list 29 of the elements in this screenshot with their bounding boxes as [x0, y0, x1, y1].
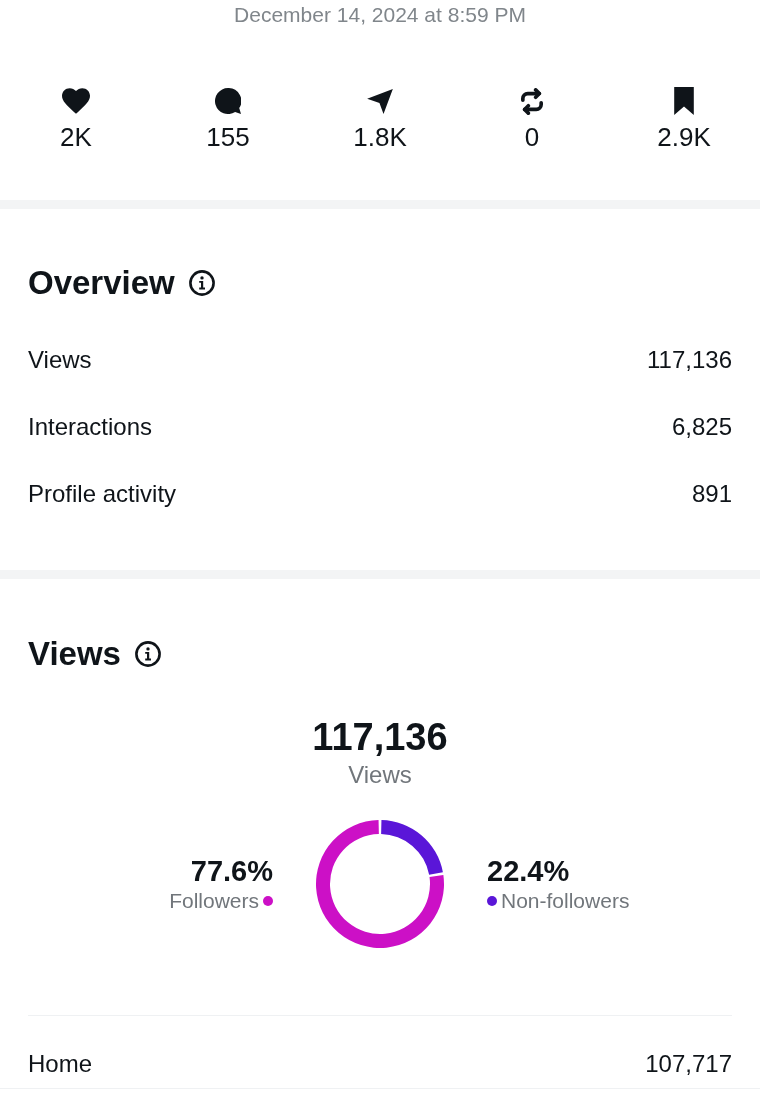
paper-plane-icon	[367, 88, 393, 114]
engagement-count: 155	[206, 122, 250, 152]
percentage-value: 22.4%	[487, 854, 570, 888]
info-icon[interactable]	[188, 270, 215, 296]
section-heading: Overview	[28, 264, 175, 302]
metric-value: 117,136	[647, 344, 732, 375]
engagement-count: 1.8K	[353, 122, 407, 152]
section-heading: Views	[28, 635, 121, 673]
bookmark-icon	[672, 87, 696, 115]
metric-label: Views	[28, 344, 92, 375]
legend-label: Followers	[169, 888, 259, 914]
heart-icon	[62, 88, 90, 114]
total-views-label: Views	[348, 760, 412, 790]
metric-label: Profile activity	[28, 478, 177, 509]
engagement-count: 0	[524, 122, 540, 152]
source-value: 107,717	[645, 1049, 732, 1079]
metric-value: 891	[691, 478, 732, 509]
post-timestamp: December 14, 2024 at 8:59 PM	[234, 2, 526, 28]
repost-arrows-icon	[521, 87, 543, 115]
speech-bubble-icon	[215, 88, 241, 114]
info-icon[interactable]	[134, 641, 161, 667]
engagement-count: 2K	[60, 122, 92, 152]
total-views-value: 117,136	[312, 715, 448, 760]
percentage-value: 77.6%	[190, 854, 273, 888]
source-label: Home	[28, 1049, 93, 1079]
legend-label: Non-followers	[501, 888, 630, 914]
engagement-count: 2.9K	[657, 122, 711, 152]
metric-value: 6,825	[671, 411, 732, 442]
metric-label: Interactions	[28, 411, 153, 442]
